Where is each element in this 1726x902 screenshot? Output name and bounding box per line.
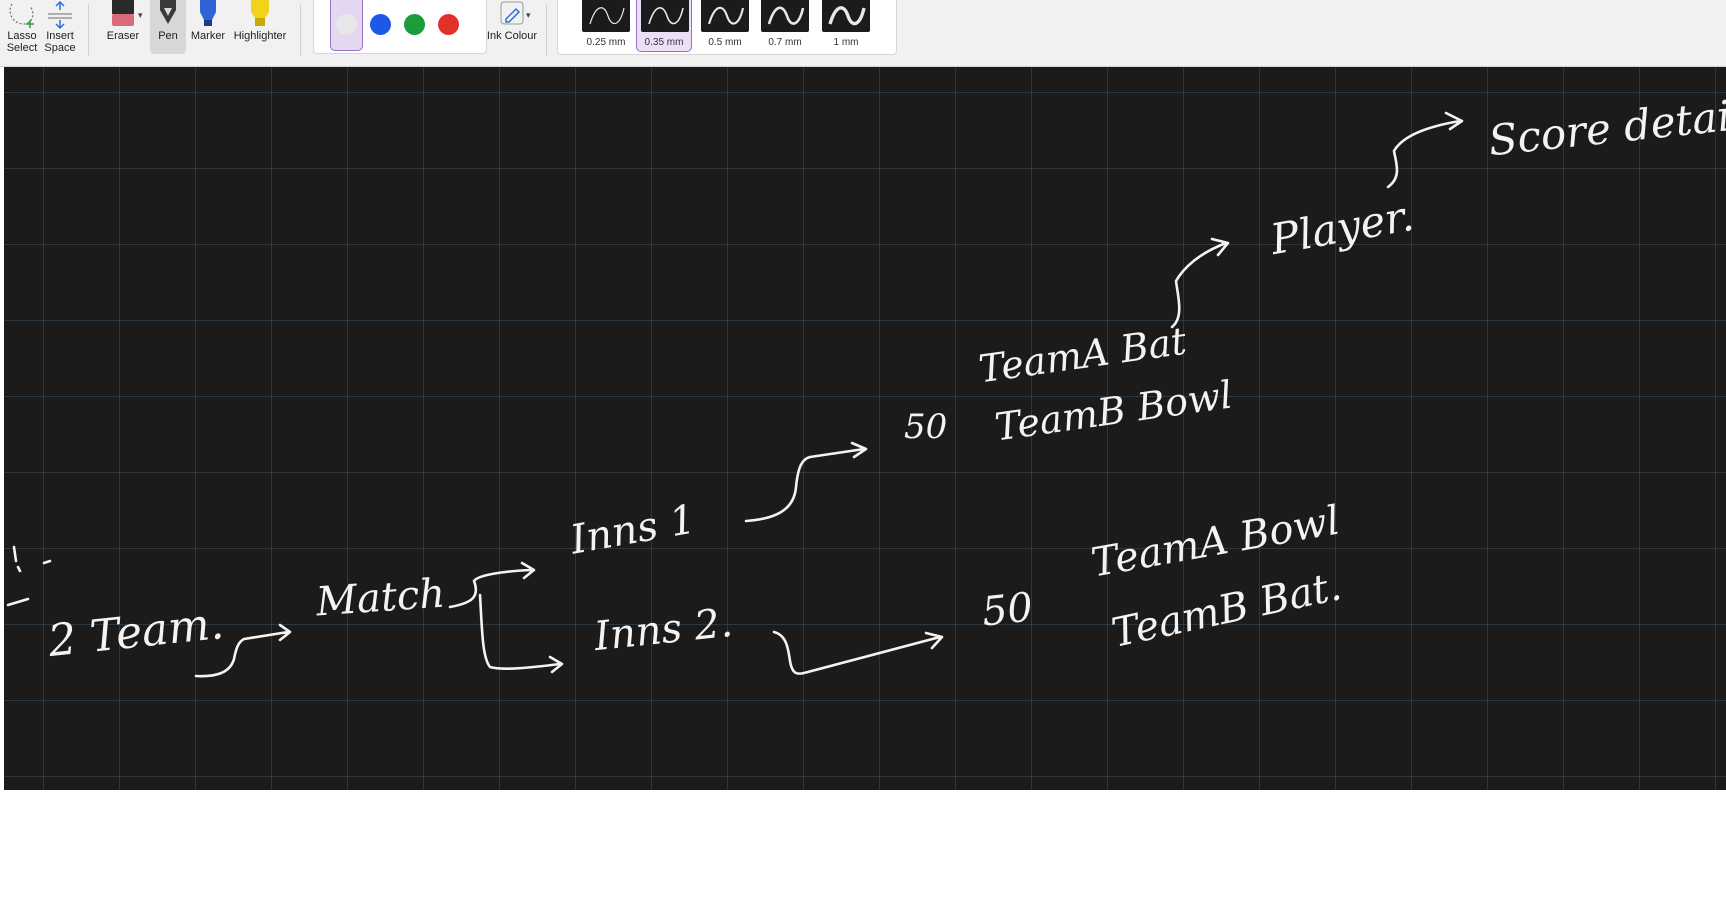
insert-space-icon <box>48 0 72 30</box>
marker-button[interactable]: Marker <box>188 0 228 42</box>
thickness-preview <box>761 0 809 32</box>
pen-label: Pen <box>158 30 178 42</box>
thickness-option[interactable]: 0.25 mm <box>578 0 634 52</box>
ink-colour-pen-icon <box>500 1 524 25</box>
note-match: Match <box>314 570 447 626</box>
pen-icon <box>160 0 176 24</box>
eraser-icon <box>112 0 134 26</box>
ink-arrow-inns2-to-50 <box>772 630 944 675</box>
eraser-button[interactable]: Eraser <box>100 0 146 42</box>
thickness-preview <box>582 0 630 32</box>
thickness-option[interactable]: 1 mm <box>818 0 874 52</box>
thickness-preview <box>822 0 870 32</box>
ink-strokes <box>6 111 1464 678</box>
lasso-select-button[interactable]: Lasso Select <box>4 0 40 54</box>
highlighter-label: Highlighter <box>233 30 287 42</box>
ink-arrow-match-to-inns1 <box>448 561 536 609</box>
highlighter-button[interactable]: Highlighter <box>230 0 290 42</box>
thickness-label: 0.25 mm <box>586 37 626 48</box>
toolbar-divider <box>546 4 547 56</box>
ribbon-toolbar: Lasso Select Insert Space Eraser ▾ Pen M… <box>0 0 1726 67</box>
color-swatch-green[interactable] <box>404 14 425 35</box>
thickness-preview <box>701 0 749 32</box>
ink-colour-label: Ink Colour <box>486 30 538 42</box>
pen-thickness-gallery: 0.25 mm 0.35 mm 0.5 mm 0.7 mm 1 mm <box>557 0 897 55</box>
thickness-option-selected[interactable]: 0.35 mm <box>636 0 692 52</box>
toolbar-divider <box>88 4 89 56</box>
ink-colour-chevron-down-icon[interactable]: ▾ <box>526 10 531 21</box>
thickness-option[interactable]: 0.5 mm <box>697 0 753 52</box>
ink-arrow-inns1-to-50 <box>744 441 868 523</box>
note-overs-2: 50 <box>979 584 1036 636</box>
eraser-label: Eraser <box>106 30 140 42</box>
color-swatch-light-grey[interactable] <box>336 14 357 35</box>
thickness-preview <box>641 0 689 32</box>
thickness-label: 0.5 mm <box>708 37 742 48</box>
thickness-label: 1 mm <box>833 37 859 48</box>
insert-space-button[interactable]: Insert Space <box>42 0 78 54</box>
lasso-icon <box>9 3 34 28</box>
marker-label: Marker <box>190 30 226 42</box>
thickness-label: 0.35 mm <box>644 37 684 48</box>
drawing-canvas[interactable]: 2 Team. Match Inns 1 Inns 2. 50 50 TeamA… <box>4 67 1726 790</box>
ink-arrow-match-to-inns2 <box>478 593 564 674</box>
insert-space-label: Insert Space <box>44 30 76 54</box>
thickness-label: 0.7 mm <box>768 37 802 48</box>
pen-button[interactable]: Pen <box>150 0 186 54</box>
thickness-option[interactable]: 0.7 mm <box>757 0 813 52</box>
marker-icon <box>200 0 216 26</box>
color-swatch-blue[interactable] <box>370 14 391 35</box>
ink-stroke-edge <box>6 545 52 607</box>
ink-arrow-player-to-score <box>1386 111 1464 189</box>
ink-colour-button[interactable]: Ink Colour <box>486 0 538 42</box>
toolbar-divider <box>300 4 301 56</box>
note-overs-1: 50 <box>904 407 948 447</box>
highlighter-icon <box>251 0 269 26</box>
ink-arrow-teama-bat-to-player <box>1170 237 1230 329</box>
eraser-chevron-down-icon[interactable]: ▾ <box>138 10 143 21</box>
color-swatch-red[interactable] <box>438 14 459 35</box>
lasso-select-label: Lasso Select <box>6 30 38 54</box>
